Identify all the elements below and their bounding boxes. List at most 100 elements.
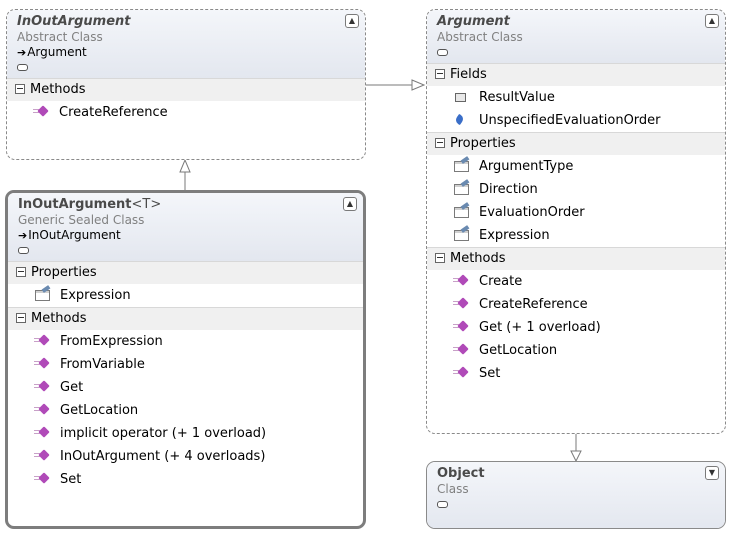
method-icon — [453, 275, 469, 287]
method-item[interactable]: CreateReference — [7, 101, 365, 124]
property-item[interactable]: Expression — [427, 224, 725, 247]
inheritance-arrow-icon: ➔ — [18, 229, 28, 242]
section-label: Methods — [31, 311, 87, 326]
collapse-section-icon[interactable] — [15, 83, 25, 94]
method-item[interactable]: Get (+ 1 overload) — [427, 316, 725, 339]
method-name: Get — [60, 380, 84, 395]
section-fields[interactable]: Fields — [427, 63, 725, 86]
property-icon — [453, 206, 469, 218]
compartment-minus-icon — [17, 59, 357, 74]
method-name: implicit operator (+ 1 overload) — [60, 426, 267, 441]
section-label: Methods — [30, 82, 86, 97]
method-icon — [453, 344, 469, 356]
double-chevron-up-icon[interactable]: ▲ — [705, 14, 719, 28]
class-name: InOutArgument<T> — [18, 197, 355, 212]
double-chevron-up-icon[interactable]: ▲ — [345, 14, 359, 28]
section-label: Properties — [450, 136, 516, 151]
section-methods[interactable]: Methods — [8, 307, 363, 330]
method-item[interactable]: GetLocation — [8, 399, 363, 422]
compartment-minus-icon — [437, 44, 717, 59]
property-icon — [453, 229, 469, 241]
section-methods[interactable]: Methods — [427, 247, 725, 270]
base-class-name: Argument — [27, 45, 87, 59]
method-name: Set — [479, 366, 501, 381]
method-icon — [34, 450, 50, 462]
method-item[interactable]: InOutArgument (+ 4 overloads) — [8, 445, 363, 468]
field-icon — [453, 91, 469, 103]
property-name: Expression — [479, 228, 550, 243]
method-item[interactable]: FromExpression — [8, 330, 363, 353]
property-item[interactable]: ArgumentType — [427, 155, 725, 178]
section-label: Fields — [450, 67, 487, 82]
field-item[interactable]: ResultValue — [427, 86, 725, 109]
property-name: Direction — [479, 182, 538, 197]
method-name: GetLocation — [479, 343, 558, 358]
section-properties[interactable]: Properties — [427, 132, 725, 155]
method-name: GetLocation — [60, 403, 139, 418]
compartment-minus-icon — [18, 242, 355, 257]
collapse-section-icon[interactable] — [435, 68, 445, 79]
generic-parameter: <T> — [131, 197, 162, 212]
method-item[interactable]: Set — [8, 468, 363, 491]
method-name: CreateReference — [59, 105, 168, 120]
compartment-minus-icon — [437, 496, 717, 511]
method-item[interactable]: Get — [8, 376, 363, 399]
class-header[interactable]: Argument Abstract Class ▲ — [427, 10, 725, 63]
class-name: Object — [437, 466, 485, 481]
class-header[interactable]: Object Class ▼ — [427, 462, 725, 528]
inheritance-arrow-icon: ➔ — [17, 46, 27, 59]
method-item[interactable]: CreateReference — [427, 293, 725, 316]
class-name: Argument — [437, 14, 510, 29]
base-class: ➔InOutArgument — [18, 228, 355, 242]
method-icon — [453, 367, 469, 379]
double-chevron-up-icon[interactable]: ▲ — [343, 197, 357, 211]
class-header[interactable]: InOutArgument<T> Generic Sealed Class ➔I… — [8, 193, 363, 261]
method-icon — [453, 321, 469, 333]
section-properties[interactable]: Properties — [8, 261, 363, 284]
section-methods[interactable]: Methods — [7, 78, 365, 101]
method-name: Get (+ 1 overload) — [479, 320, 601, 335]
method-name: InOutArgument (+ 4 overloads) — [60, 449, 266, 464]
base-class: ➔Argument — [17, 45, 357, 59]
enum-field-icon — [453, 114, 469, 126]
method-icon — [34, 381, 50, 393]
property-icon — [34, 289, 50, 301]
method-icon — [453, 298, 469, 310]
property-icon — [453, 183, 469, 195]
property-name: Expression — [60, 288, 131, 303]
method-name: Set — [60, 472, 82, 487]
method-item[interactable]: GetLocation — [427, 339, 725, 362]
method-icon — [34, 473, 50, 485]
method-icon — [34, 358, 50, 370]
class-inoutargument[interactable]: InOutArgument Abstract Class ➔Argument ▲… — [6, 9, 366, 160]
collapse-section-icon[interactable] — [16, 312, 26, 323]
field-item[interactable]: UnspecifiedEvaluationOrder — [427, 109, 725, 132]
method-icon — [34, 427, 50, 439]
class-name-text: InOutArgument — [18, 197, 132, 212]
class-object[interactable]: Object Class ▼ — [426, 461, 726, 529]
property-icon — [453, 160, 469, 172]
collapse-section-icon[interactable] — [435, 252, 445, 263]
method-item[interactable]: implicit operator (+ 1 overload) — [8, 422, 363, 445]
class-kind: Class — [437, 482, 469, 496]
property-item[interactable]: EvaluationOrder — [427, 201, 725, 224]
method-name: CreateReference — [479, 297, 588, 312]
method-item[interactable]: Create — [427, 270, 725, 293]
method-name: Create — [479, 274, 523, 289]
class-header[interactable]: InOutArgument Abstract Class ➔Argument ▲ — [7, 10, 365, 78]
method-item[interactable]: FromVariable — [8, 353, 363, 376]
collapse-section-icon[interactable] — [16, 266, 26, 277]
property-item[interactable]: Direction — [427, 178, 725, 201]
method-name: FromVariable — [60, 357, 145, 372]
collapse-section-icon[interactable] — [435, 137, 445, 148]
class-argument[interactable]: Argument Abstract Class ▲ Fields ResultV… — [426, 9, 726, 434]
section-label: Properties — [31, 265, 97, 280]
class-kind: Generic Sealed Class — [18, 213, 145, 227]
method-icon — [33, 106, 49, 118]
class-inoutargument-generic[interactable]: InOutArgument<T> Generic Sealed Class ➔I… — [5, 190, 366, 529]
property-item[interactable]: Expression — [8, 284, 363, 307]
class-name: InOutArgument — [17, 14, 131, 29]
class-kind: Abstract Class — [17, 30, 103, 44]
double-chevron-down-icon[interactable]: ▼ — [705, 466, 719, 480]
method-item[interactable]: Set — [427, 362, 725, 385]
